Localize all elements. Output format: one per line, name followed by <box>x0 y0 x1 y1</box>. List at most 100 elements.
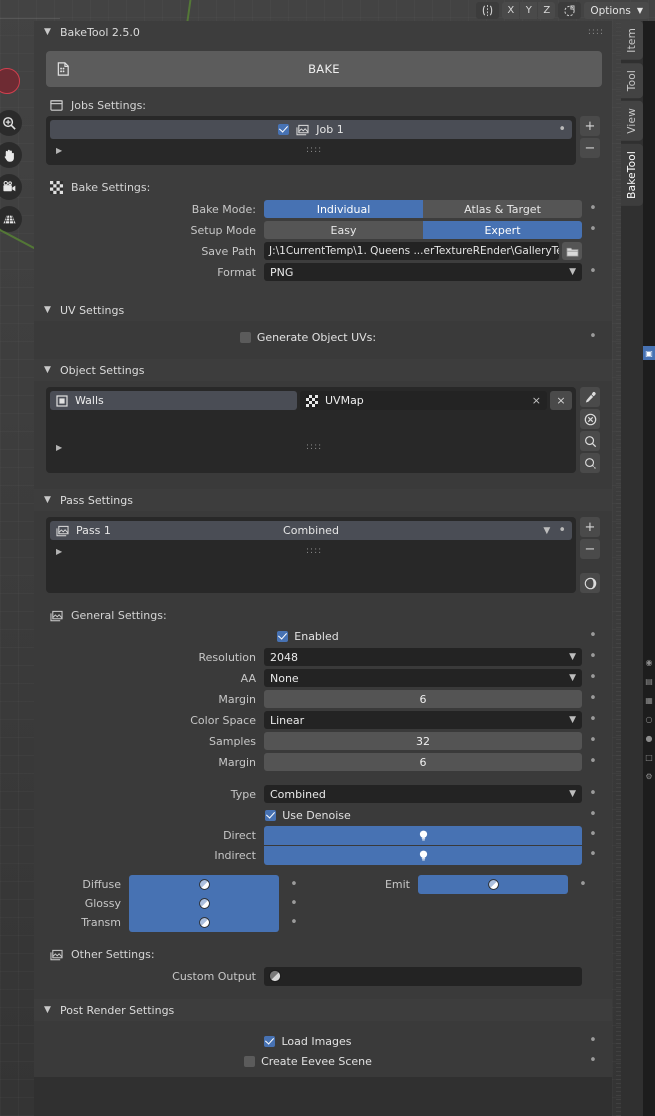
save-path-input[interactable]: J:\1CurrentTemp\1. Queens ...erTextureRE… <box>264 242 559 260</box>
setup-mode-option-expert[interactable]: Expert <box>423 221 582 239</box>
pass-list-side-buttons: + − <box>580 517 600 593</box>
options-dropdown[interactable]: Options ▼ <box>584 2 649 19</box>
list-grip-dots[interactable]: :::: <box>306 546 322 556</box>
panel-header-pass-settings[interactable]: ▼ Pass Settings <box>34 489 612 511</box>
panel-header-uv-settings[interactable]: ▼ UV Settings <box>34 299 612 321</box>
margin-row-2: Margin 6 • <box>34 752 612 772</box>
chevron-down-icon[interactable]: ▼ <box>543 526 550 536</box>
margin-input-1[interactable]: 6 <box>264 690 582 708</box>
generate-object-uvs-checkbox[interactable] <box>239 331 251 343</box>
properties-tab-tool-icon[interactable]: ▣ <box>643 346 655 360</box>
bake-mode-option-individual[interactable]: Individual <box>264 200 423 218</box>
object-list-filter-bar[interactable]: ▶ :::: <box>50 436 572 458</box>
bake-mode-option-atlas-target[interactable]: Atlas & Target <box>423 200 582 218</box>
camera-view-gizmo[interactable] <box>0 174 22 200</box>
axis-button-z[interactable]: Z <box>538 2 556 19</box>
properties-tab-scene-icon[interactable]: ○ <box>643 712 655 726</box>
uvmap-field[interactable]: UVMap × <box>300 391 547 410</box>
remove-object-button[interactable]: × <box>550 391 572 410</box>
color-space-dropdown[interactable]: Linear ▼ <box>264 711 582 729</box>
light-bulb-icon <box>417 829 430 842</box>
generate-object-uvs-row: Generate Object UVs: • <box>34 327 612 347</box>
pass-material-sphere-icon[interactable] <box>580 573 600 593</box>
add-pass-button[interactable]: + <box>580 517 600 537</box>
job-enabled-checkbox[interactable] <box>278 124 290 135</box>
use-denoise-label: Use Denoise <box>282 808 351 822</box>
custom-output-field[interactable] <box>264 966 582 986</box>
bake-mode-label: Bake Mode: <box>191 202 256 216</box>
jobs-settings-label: Jobs Settings: <box>71 99 147 112</box>
zoom-gizmo[interactable] <box>0 110 22 136</box>
use-denoise-checkbox[interactable] <box>265 809 277 821</box>
load-images-label: Load Images <box>281 1034 352 1048</box>
general-settings-section: General Settings: <box>34 603 612 626</box>
grid-view-gizmo[interactable] <box>0 206 22 232</box>
expand-triangle-icon[interactable]: ▶ <box>56 547 62 556</box>
list-grip-dots[interactable]: :::: <box>306 442 322 452</box>
jobs-list-row[interactable]: Job 1 • <box>50 120 572 139</box>
diffuse-toggle[interactable] <box>129 875 279 894</box>
remove-job-button[interactable]: − <box>580 138 600 158</box>
material-sphere-icon <box>198 897 211 910</box>
material-sphere-icon <box>487 878 500 891</box>
bake-button[interactable]: BAKE <box>46 51 602 87</box>
pan-hand-gizmo[interactable] <box>0 142 22 168</box>
pass-list-filter-bar[interactable]: ▶ :::: <box>50 540 572 562</box>
properties-tab-object-icon[interactable]: □ <box>643 750 655 764</box>
setup-mode-segmented: Easy Expert <box>264 221 582 239</box>
sidebar-tab-item[interactable]: Item <box>621 21 643 60</box>
indirect-toggle[interactable] <box>264 845 582 865</box>
object-name-field[interactable]: Walls <box>50 391 297 410</box>
sidebar-tab-baketool[interactable]: BakeTool <box>621 143 643 206</box>
remove-pass-button[interactable]: − <box>580 539 600 559</box>
eyedropper-icon[interactable] <box>580 387 600 407</box>
properties-tab-viewlayer-icon[interactable]: ▦ <box>643 693 655 707</box>
panel-grip-dots[interactable]: :::: <box>588 27 604 37</box>
transm-toggle[interactable] <box>129 913 279 932</box>
other-settings-section: Other Settings: <box>34 942 612 965</box>
properties-tab-modifier-icon[interactable]: ⚙ <box>643 769 655 783</box>
create-eevee-scene-checkbox[interactable] <box>244 1055 256 1067</box>
setup-mode-option-easy[interactable]: Easy <box>264 221 423 239</box>
panel-header-object-settings[interactable]: ▼ Object Settings <box>34 359 612 381</box>
format-dropdown[interactable]: PNG ▼ <box>264 263 582 281</box>
diffuse-row: Diffuse • <box>34 875 323 894</box>
proportional-edit-icon[interactable] <box>558 2 582 19</box>
properties-tab-render-icon[interactable]: ◉ <box>643 655 655 669</box>
setup-mode-label: Setup Mode <box>190 223 256 237</box>
properties-tab-output-icon[interactable]: ▤ <box>643 674 655 688</box>
add-job-button[interactable]: + <box>580 116 600 136</box>
sidebar-tab-tool[interactable]: Tool <box>621 62 643 98</box>
clear-uvmap-icon[interactable]: × <box>532 394 541 407</box>
folder-icon[interactable] <box>562 242 582 260</box>
viewport-gizmo-column <box>0 110 26 238</box>
remove-circle-icon[interactable] <box>580 409 600 429</box>
panel-header-baketool[interactable]: ▼ BakeTool 2.5.0 :::: <box>34 21 612 43</box>
properties-tab-world-icon[interactable]: ● <box>643 731 655 745</box>
aa-dropdown[interactable]: None ▼ <box>264 669 582 687</box>
enabled-checkbox[interactable] <box>277 630 289 642</box>
type-dropdown[interactable]: Combined ▼ <box>264 785 582 803</box>
jobs-list-filter-bar[interactable]: ▶ :::: <box>50 139 572 161</box>
viewport-light-object[interactable] <box>0 68 20 94</box>
emit-toggle[interactable] <box>418 875 568 894</box>
glossy-toggle[interactable] <box>129 894 279 913</box>
job-name: Job 1 <box>316 123 344 136</box>
mirror-icon[interactable] <box>476 2 500 19</box>
load-images-checkbox[interactable] <box>264 1035 276 1047</box>
axis-button-y[interactable]: Y <box>520 2 538 19</box>
samples-input[interactable]: 32 <box>264 732 582 750</box>
select-icon[interactable] <box>580 453 600 473</box>
resolution-dropdown[interactable]: 2048 ▼ <box>264 648 582 666</box>
direct-toggle[interactable] <box>264 825 582 845</box>
margin-input-2[interactable]: 6 <box>264 753 582 771</box>
sidebar-tab-view[interactable]: View <box>621 100 643 141</box>
expand-triangle-icon[interactable]: ▶ <box>56 146 62 155</box>
search-icon[interactable] <box>580 431 600 451</box>
list-grip-dots[interactable]: :::: <box>306 145 322 155</box>
axis-button-x[interactable]: X <box>502 2 520 19</box>
panel-header-post-render-settings[interactable]: ▼ Post Render Settings <box>34 999 612 1021</box>
pass-list-row[interactable]: Pass 1 Combined ▼ • <box>50 521 572 540</box>
sidebar-tab-baketool-label: BakeTool <box>626 150 638 199</box>
expand-triangle-icon[interactable]: ▶ <box>56 443 62 452</box>
